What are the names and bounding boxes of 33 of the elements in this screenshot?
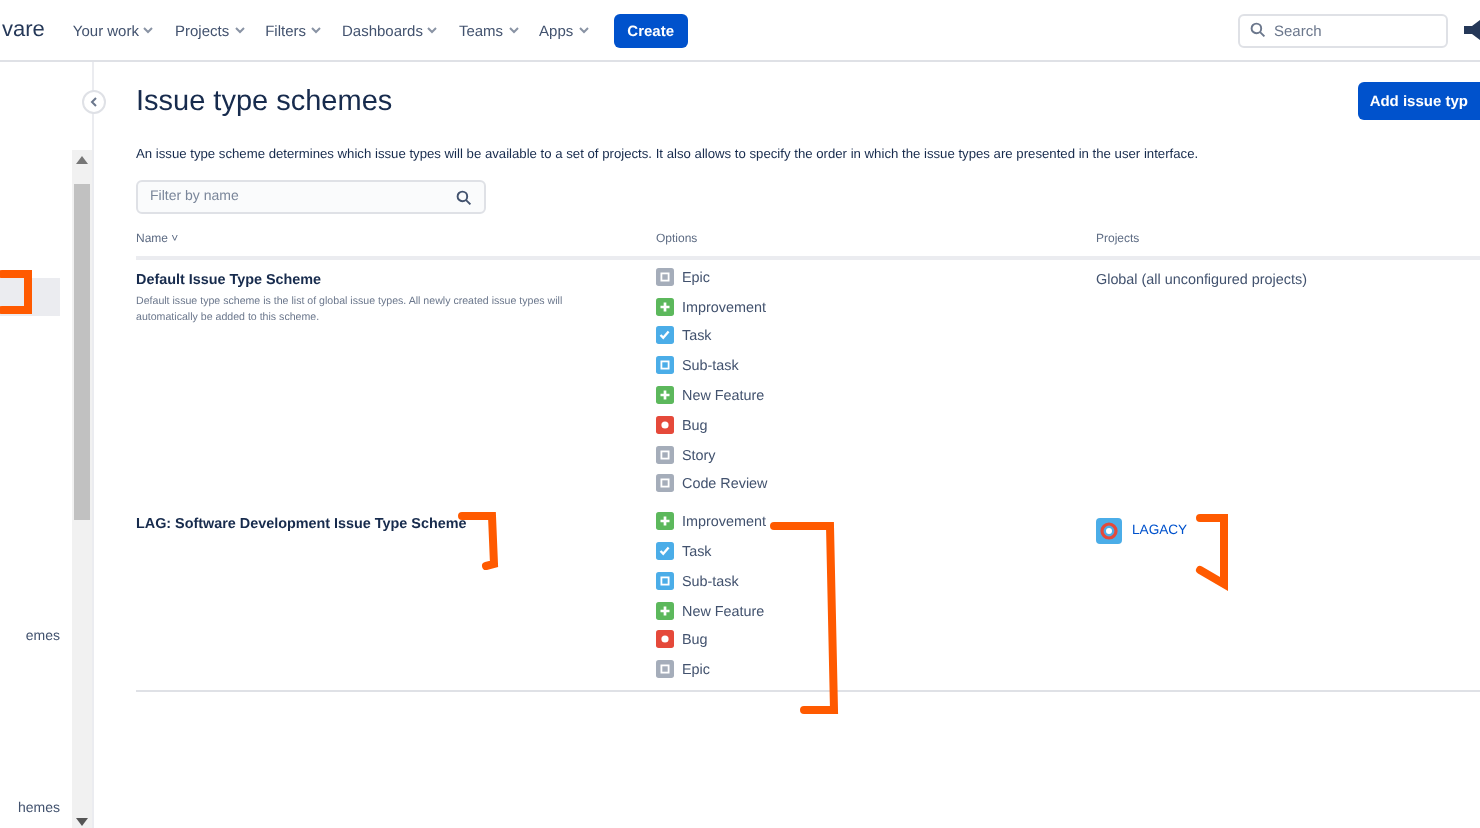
square-icon [656, 356, 674, 375]
collapse-button[interactable] [82, 90, 106, 114]
square-icon [656, 445, 674, 464]
square-icon [656, 571, 674, 590]
square-icon [656, 474, 674, 493]
plus-square-icon [656, 601, 674, 620]
dot-square-icon [656, 415, 674, 434]
square-icon [656, 267, 674, 286]
scrollbar[interactable] [72, 150, 92, 828]
scroll-up-icon[interactable] [76, 156, 88, 164]
search-icon [1250, 22, 1266, 38]
plus-square-icon [656, 386, 674, 405]
chevron-down-icon [310, 26, 322, 34]
chevron-left-icon [90, 96, 98, 108]
annotation-mark [1196, 514, 1228, 591]
checkmark-icon [656, 542, 674, 561]
page-title: Issue type schemes [136, 84, 393, 118]
project-avatar-icon [1096, 518, 1122, 545]
chevron-down-icon [233, 26, 246, 34]
chevron-down-icon [507, 26, 520, 34]
chevron-down-icon [142, 26, 155, 34]
logo-text[interactable]: vare [2, 18, 45, 42]
dot-square-icon [656, 630, 674, 649]
plus-square-icon [656, 297, 674, 316]
annotation-mark [0, 270, 32, 314]
megaphone-icon[interactable] [1464, 20, 1480, 40]
square-icon [656, 660, 674, 679]
plus-square-icon [656, 512, 674, 531]
chevron-down-icon [577, 26, 590, 34]
scroll-down-icon[interactable] [76, 818, 88, 826]
checkmark-icon [656, 326, 674, 345]
search-icon [456, 189, 472, 205]
chevron-down-icon [426, 26, 439, 34]
